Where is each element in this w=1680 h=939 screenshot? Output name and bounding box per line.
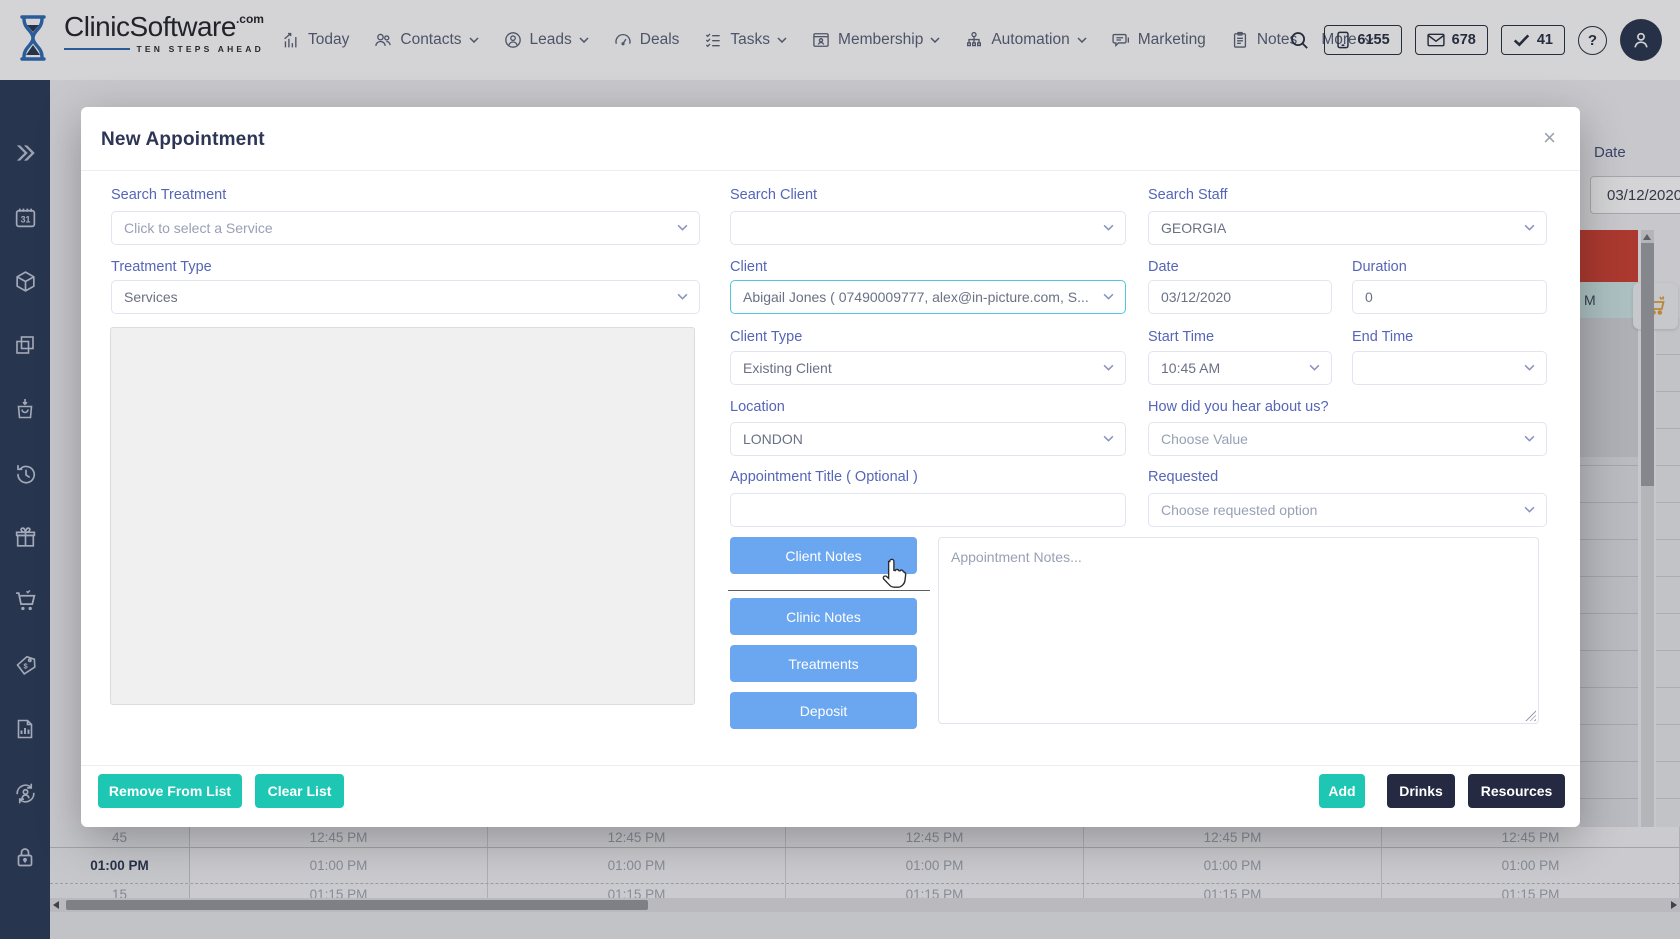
search-treatment-value: Click to select a Service bbox=[124, 220, 273, 236]
chevron-down-icon bbox=[1524, 435, 1535, 442]
requested-value: Choose requested option bbox=[1161, 502, 1317, 518]
search-treatment-label: Search Treatment bbox=[111, 187, 226, 203]
appointment-title-input[interactable] bbox=[730, 493, 1126, 527]
treatment-type-label: Treatment Type bbox=[111, 259, 212, 275]
close-icon[interactable]: × bbox=[1543, 127, 1556, 149]
hear-about-select[interactable]: Choose Value bbox=[1148, 422, 1547, 456]
new-appointment-modal: New Appointment × Search Treatment Click… bbox=[81, 107, 1580, 827]
end-time-label: End Time bbox=[1352, 329, 1413, 345]
notes-placeholder: Appointment Notes... bbox=[951, 549, 1082, 565]
notes-divider bbox=[728, 590, 930, 591]
client-type-label: Client Type bbox=[730, 329, 802, 345]
chevron-down-icon bbox=[1309, 364, 1320, 371]
clinic-notes-button[interactable]: Clinic Notes bbox=[730, 598, 917, 635]
search-client-select[interactable] bbox=[730, 211, 1126, 245]
client-type-select[interactable]: Existing Client bbox=[730, 351, 1126, 385]
location-label: Location bbox=[730, 399, 785, 415]
drinks-button[interactable]: Drinks bbox=[1387, 774, 1455, 808]
search-treatment-select[interactable]: Click to select a Service bbox=[111, 211, 700, 245]
date-label: Date bbox=[1148, 259, 1179, 275]
client-notes-button[interactable]: Client Notes bbox=[730, 537, 917, 574]
clear-list-button[interactable]: Clear List bbox=[255, 774, 344, 808]
start-time-select[interactable]: 10:45 AM bbox=[1148, 351, 1332, 385]
hear-about-label: How did you hear about us? bbox=[1148, 399, 1329, 415]
chevron-down-icon bbox=[1103, 364, 1114, 371]
requested-label: Requested bbox=[1148, 469, 1218, 485]
search-staff-value: GEORGIA bbox=[1161, 220, 1226, 236]
footer-divider bbox=[81, 765, 1580, 766]
chevron-down-icon bbox=[1103, 293, 1114, 300]
search-staff-label: Search Staff bbox=[1148, 187, 1228, 203]
treatment-type-select[interactable]: Services bbox=[111, 280, 700, 314]
client-value: Abigail Jones ( 07490009777, alex@in-pic… bbox=[743, 289, 1089, 305]
chevron-down-icon bbox=[1524, 364, 1535, 371]
duration-value: 0 bbox=[1365, 289, 1373, 305]
modal-title: New Appointment bbox=[101, 129, 265, 151]
start-time-label: Start Time bbox=[1148, 329, 1214, 345]
location-value: LONDON bbox=[743, 431, 803, 447]
chevron-down-icon bbox=[1103, 435, 1114, 442]
treatment-list-panel[interactable] bbox=[110, 327, 695, 705]
date-value: 03/12/2020 bbox=[1161, 289, 1231, 305]
remove-from-list-button[interactable]: Remove From List bbox=[98, 774, 242, 808]
client-label: Client bbox=[730, 259, 767, 275]
deposit-button[interactable]: Deposit bbox=[730, 692, 917, 729]
header-divider bbox=[81, 170, 1580, 171]
chevron-down-icon bbox=[1103, 224, 1114, 231]
requested-select[interactable]: Choose requested option bbox=[1148, 493, 1547, 527]
client-type-value: Existing Client bbox=[743, 360, 832, 376]
chevron-down-icon bbox=[677, 293, 688, 300]
textarea-resize-handle[interactable] bbox=[1525, 710, 1536, 721]
treatment-type-value: Services bbox=[124, 289, 178, 305]
date-input[interactable]: 03/12/2020 bbox=[1148, 280, 1332, 314]
duration-input[interactable]: 0 bbox=[1352, 280, 1547, 314]
appointment-notes-textarea[interactable]: Appointment Notes... bbox=[938, 537, 1539, 724]
end-time-select[interactable] bbox=[1352, 351, 1547, 385]
chevron-down-icon bbox=[1524, 224, 1535, 231]
appointment-title-label: Appointment Title ( Optional ) bbox=[730, 469, 918, 485]
treatments-button[interactable]: Treatments bbox=[730, 645, 917, 682]
add-button[interactable]: Add bbox=[1319, 774, 1365, 808]
search-staff-select[interactable]: GEORGIA bbox=[1148, 211, 1547, 245]
location-select[interactable]: LONDON bbox=[730, 422, 1126, 456]
client-select[interactable]: Abigail Jones ( 07490009777, alex@in-pic… bbox=[730, 280, 1126, 314]
chevron-down-icon bbox=[677, 224, 688, 231]
resources-button[interactable]: Resources bbox=[1468, 774, 1565, 808]
chevron-down-icon bbox=[1524, 506, 1535, 513]
duration-label: Duration bbox=[1352, 259, 1407, 275]
start-time-value: 10:45 AM bbox=[1161, 360, 1220, 376]
search-client-label: Search Client bbox=[730, 187, 817, 203]
hear-about-value: Choose Value bbox=[1161, 431, 1248, 447]
